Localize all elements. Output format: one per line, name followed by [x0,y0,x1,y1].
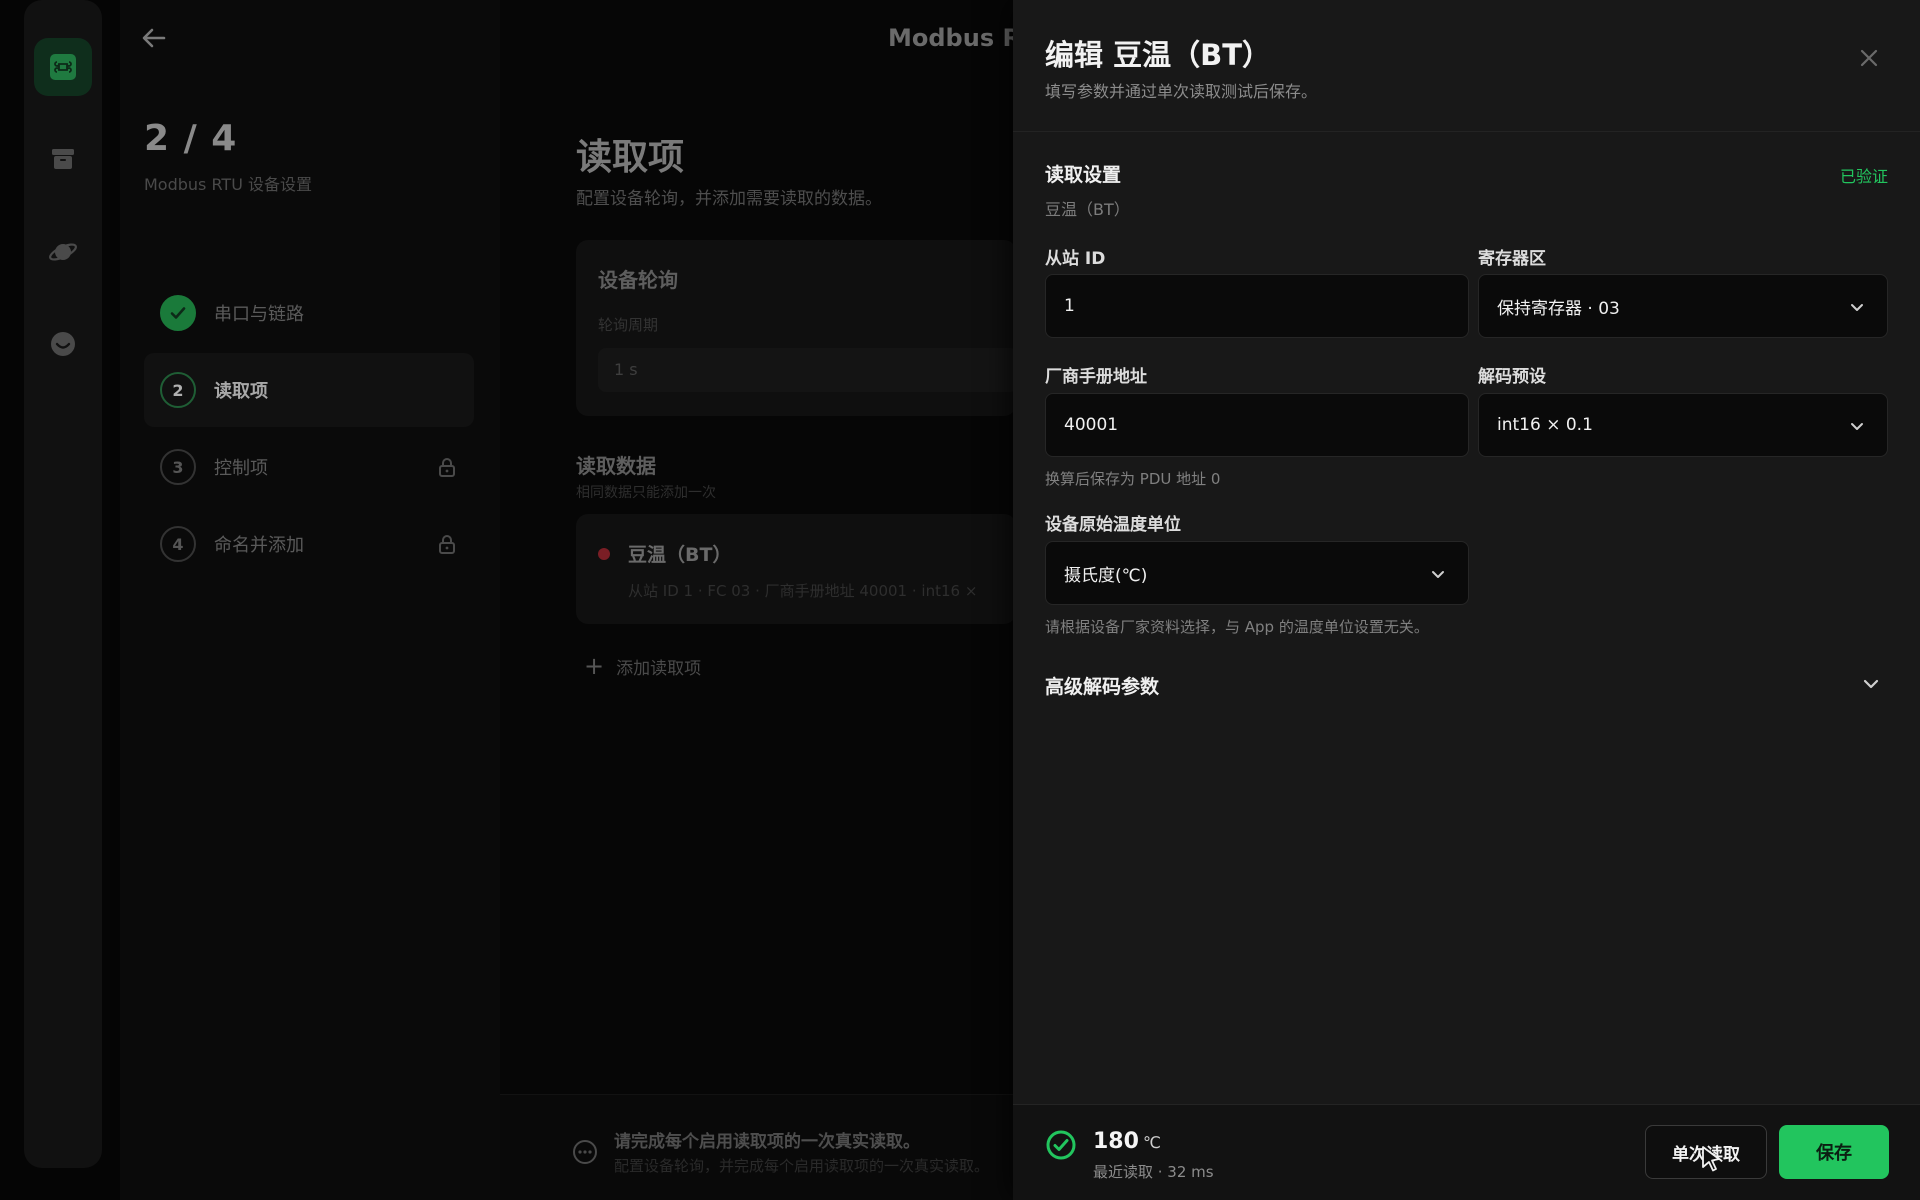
step-number: 3 [160,449,196,485]
temp-unit-label: 设备原始温度单位 [1045,515,1181,535]
save-button[interactable]: 保存 [1779,1125,1889,1179]
planet-icon [49,243,77,261]
chevron-down-icon [1851,304,1863,311]
step-serial-link[interactable]: 串口与链路 [144,276,474,350]
footer-title: 请完成每个启用读取项的一次真实读取。 [614,1132,920,1152]
decode-preset-select[interactable]: int16 × 0.1 [1478,393,1888,457]
read-data-subtitle: 相同数据只能添加一次 [576,485,716,501]
temp-unit-value: 摄氏度(℃) [1064,565,1148,586]
read-settings-title: 读取设置 [1045,164,1122,186]
manual-address-label: 厂商手册地址 [1045,367,1147,387]
step-read-items[interactable]: 2 读取项 [144,353,474,427]
reading-unit: ℃ [1142,1133,1161,1152]
step-check [160,295,196,331]
chevron-down-icon [1432,571,1444,578]
chevron-down-icon [1851,423,1863,430]
mouse-cursor-icon [1702,1146,1720,1172]
read-settings-subtitle: 豆温（BT） [1045,200,1130,219]
add-read-item-label: 添加读取项 [616,658,702,679]
app-root: 2 / 4 Modbus RTU 设备设置 串口与链路 2 读取项 3 控制项 [0,0,1920,1200]
step-number: 2 [160,372,196,408]
decode-preset-value: int16 × 0.1 [1497,415,1593,435]
edit-drawer: 编辑 豆温（BT） 填写参数并通过单次读取测试后保存。 读取设置 已验证 豆温（… [1013,0,1920,1200]
chevron-down-icon[interactable] [1861,674,1881,694]
close-button[interactable] [1851,40,1887,76]
add-read-item-button[interactable]: + 添加读取项 [584,652,701,680]
smile-icon [51,332,75,356]
drawer-header: 编辑 豆温（BT） 填写参数并通过单次读取测试后保存。 [1013,0,1920,132]
read-data-title: 读取数据 [576,454,656,478]
register-area-value: 保持寄存器 · 03 [1497,298,1620,319]
step-label: 命名并添加 [214,535,304,556]
check-icon [170,307,186,319]
step-counter: 2 / 4 [144,118,238,159]
status-dot [598,548,610,560]
polling-title: 设备轮询 [598,268,678,292]
lock-icon [439,535,455,554]
step-control-items: 3 控制项 [144,430,474,504]
footer-subtitle: 配置设备轮询，并完成每个启用读取项的一次真实读取。 [614,1157,990,1175]
wizard-steps: 串口与链路 2 读取项 3 控制项 4 命名并添加 [144,276,474,584]
arrow-left-icon [142,28,166,48]
rail-item-home[interactable] [34,38,92,96]
read-item-name: 豆温（BT） [628,544,732,566]
manual-address-input[interactable]: 40001 [1045,393,1469,457]
read-item-card[interactable]: 豆温（BT） 从站 ID 1 · FC 03 · 厂商手册地址 40001 · … [576,514,1016,624]
manual-address-hint: 换算后保存为 PDU 地址 0 [1045,470,1221,488]
slave-id-input[interactable]: 1 [1045,274,1469,338]
polling-period-input[interactable]: 1 s [598,348,1018,392]
device-polling-card: 设备轮询 轮询周期 1 s [576,240,1018,416]
command-icon [50,54,76,80]
rail-item-profile[interactable] [34,315,92,373]
archive-icon [52,149,74,169]
step-number: 4 [160,526,196,562]
advanced-decode-toggle[interactable]: 高级解码参数 [1045,672,1159,699]
last-read-meta: 最近读取 · 32 ms [1093,1163,1214,1181]
step-label: 串口与链路 [214,304,304,325]
polling-period-label: 轮询周期 [598,316,659,334]
step-label: 读取项 [214,381,268,402]
slave-id-label: 从站 ID [1045,249,1106,269]
check-circle-icon [1046,1130,1076,1160]
step-label: 控制项 [214,458,268,479]
close-icon [1860,49,1878,67]
drawer-title: 编辑 豆温（BT） [1045,38,1271,72]
verified-badge: 已验证 [1839,167,1888,186]
plus-icon: + [584,652,605,680]
step-name-and-add: 4 命名并添加 [144,507,474,581]
lock-icon [439,458,455,477]
reading-value: 180 [1093,1129,1139,1154]
last-read-value: 180 ℃ [1093,1129,1161,1154]
icon-rail [24,0,102,1168]
read-item-meta: 从站 ID 1 · FC 03 · 厂商手册地址 40001 · int16 × [628,582,978,600]
register-area-select[interactable]: 保持寄存器 · 03 [1478,274,1888,338]
decode-preset-label: 解码预设 [1478,367,1546,387]
drawer-footer: 180℃ 最近读取 · 32 ms 单次读取 保存 [1013,1104,1920,1200]
back-button[interactable] [136,20,172,56]
section-subtitle: 配置设备轮询，并添加需要读取的数据。 [576,189,882,209]
drawer-subtitle: 填写参数并通过单次读取测试后保存。 [1045,82,1318,101]
register-area-label: 寄存器区 [1478,249,1546,269]
wizard-subtitle: Modbus RTU 设备设置 [144,175,312,194]
temp-unit-select[interactable]: 摄氏度(℃) [1045,541,1469,605]
temp-unit-hint: 请根据设备厂家资料选择，与 App 的温度单位设置无关。 [1045,618,1429,636]
rail-item-explore[interactable] [34,223,92,281]
rail-item-archive[interactable] [34,130,92,188]
pending-icon [573,1140,597,1164]
section-title: 读取项 [576,137,685,178]
